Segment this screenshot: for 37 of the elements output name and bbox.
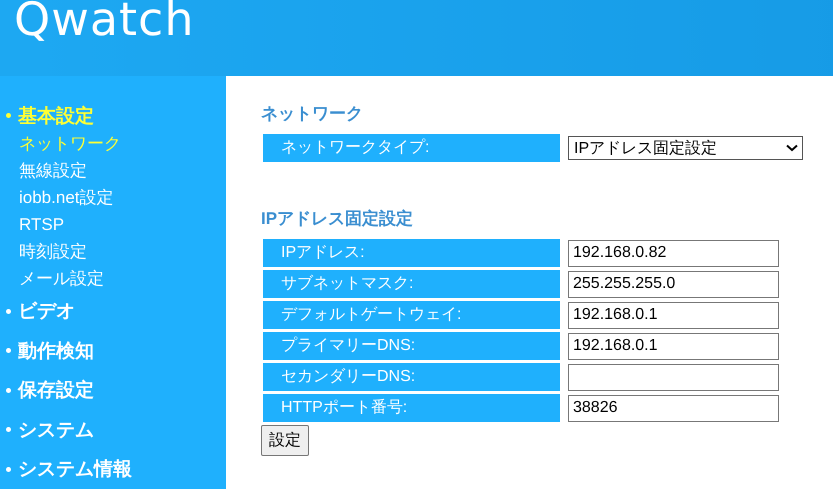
chevron-down-icon <box>786 144 798 152</box>
field-label: セカンダリーDNS: <box>263 363 560 391</box>
field-label: サブネットマスク: <box>263 270 560 298</box>
bullet-icon <box>6 466 11 472</box>
sidebar-section[interactable]: 基本設定 <box>18 102 94 129</box>
submit-button[interactable]: 設定 <box>261 425 309 456</box>
logo: Qwatch <box>14 0 194 42</box>
field-label: プライマリーDNS: <box>263 332 560 360</box>
sidebar-item[interactable]: iobb.net設定 <box>0 184 114 211</box>
field-label: IPアドレス: <box>263 239 560 267</box>
sidebar-item[interactable]: RTSP <box>0 210 64 238</box>
sidebar-item[interactable]: 無線設定 <box>0 156 87 184</box>
input-field[interactable]: 192.168.0.1 <box>568 332 779 360</box>
sidebar-item[interactable]: ネットワーク <box>0 130 121 157</box>
sidebar-section[interactable]: システム <box>18 416 94 443</box>
sidebar-section[interactable]: 動作検知 <box>18 338 94 364</box>
bullet-icon <box>6 308 11 314</box>
sidebar-item[interactable]: メール設定 <box>0 264 104 292</box>
input-field[interactable]: 38826 <box>568 394 779 422</box>
sidebar-section[interactable]: システム情報 <box>18 456 132 482</box>
bullet-icon <box>6 113 11 118</box>
network-type-dropdown[interactable]: IPアドレス固定設定 <box>568 136 803 160</box>
sidebar-section[interactable]: ビデオ <box>18 298 75 324</box>
section-title: ネットワーク <box>261 103 364 125</box>
input-field[interactable]: 192.168.0.1 <box>568 302 779 328</box>
bullet-icon <box>6 348 11 354</box>
sidebar-section[interactable]: 保存設定 <box>18 377 94 404</box>
field-label: デフォルトゲートウェイ: <box>263 301 560 329</box>
bullet-icon <box>6 388 11 393</box>
input-field[interactable] <box>568 364 779 390</box>
input-field[interactable]: 255.255.255.0 <box>568 270 779 298</box>
field-label: ネットワークタイプ: <box>263 134 560 162</box>
input-field[interactable]: 192.168.0.82 <box>568 240 779 266</box>
bullet-icon <box>6 427 11 432</box>
sidebar-item[interactable]: 時刻設定 <box>0 238 87 265</box>
section-title: IPアドレス固定設定 <box>261 208 414 230</box>
field-label: HTTPポート番号: <box>263 394 560 422</box>
